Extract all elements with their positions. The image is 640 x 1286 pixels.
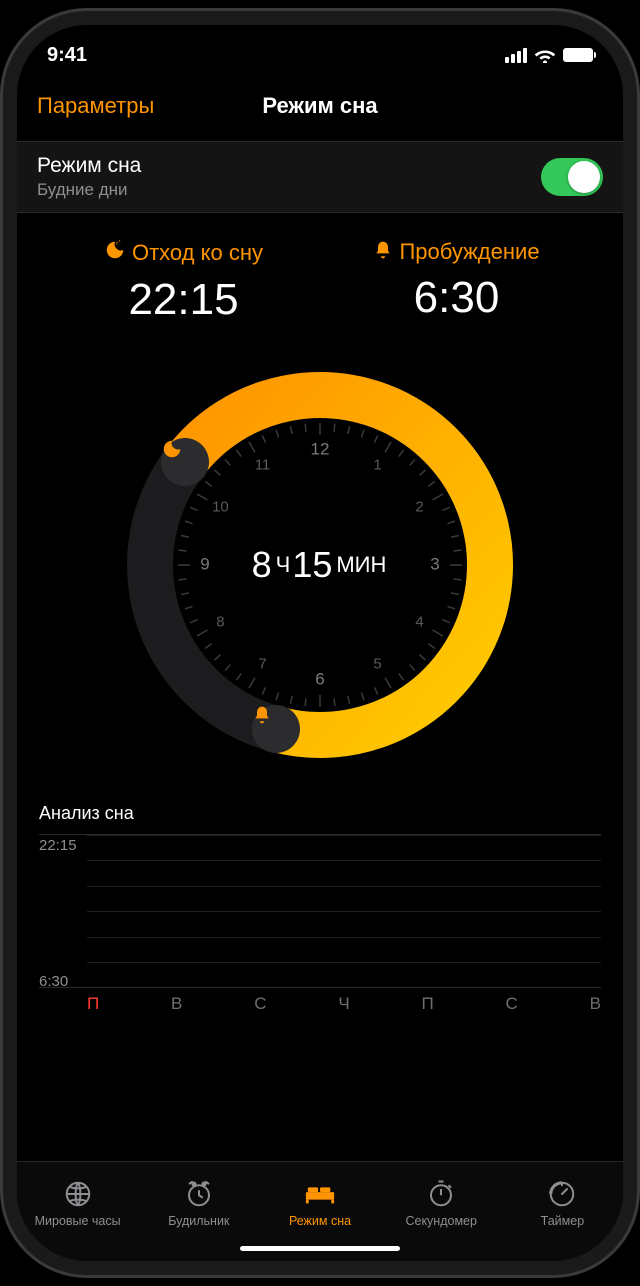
sleep-dial[interactable]: 121234567891011 8Ч 15МИН <box>110 355 530 775</box>
duration-label: 8Ч 15МИН <box>110 355 530 775</box>
wifi-icon <box>534 47 556 63</box>
wake-handle[interactable] <box>252 705 300 753</box>
tab-timer[interactable]: Таймер <box>502 1162 623 1243</box>
tab-alarm[interactable]: Будильник <box>138 1162 259 1243</box>
bedtime-label: zz Отход ко сну <box>47 239 320 267</box>
status-time: 9:41 <box>47 44 87 67</box>
tab-world[interactable]: Мировые часы <box>17 1162 138 1243</box>
sleep-mode-subtitle: Будние дни <box>37 180 141 200</box>
analysis-end-time: 6:30 <box>39 973 68 990</box>
stopwatch-icon <box>425 1178 457 1210</box>
sleep-mode-row: Режим сна Будние дни <box>17 141 623 213</box>
battery-icon <box>563 48 593 62</box>
timer-icon <box>546 1178 578 1210</box>
bedtime-handle[interactable] <box>161 438 209 486</box>
nav-bar: Параметры Режим сна <box>17 77 623 135</box>
analysis-title: Анализ сна <box>39 803 601 824</box>
analysis-start-time: 22:15 <box>39 837 77 854</box>
bell-icon <box>373 240 393 265</box>
cellular-icon <box>505 48 527 63</box>
page-title: Режим сна <box>262 93 377 119</box>
sleep-mode-toggle[interactable] <box>541 158 603 196</box>
bedtime-value: 22:15 <box>47 275 320 325</box>
moon-icon: zz <box>104 239 126 267</box>
analysis-days: ПВСЧПСВ <box>87 994 601 1014</box>
sleep-analysis: Анализ сна 22:15 6:30 ПВСЧПСВ <box>17 785 623 1014</box>
wake-label: Пробуждение <box>320 239 593 265</box>
back-button[interactable]: Параметры <box>37 93 154 119</box>
wake-value: 6:30 <box>320 273 593 323</box>
bedtime-icon <box>304 1178 336 1210</box>
sleep-mode-title: Режим сна <box>37 154 141 178</box>
tab-bedtime[interactable]: Режим сна <box>259 1162 380 1243</box>
home-indicator[interactable] <box>240 1246 400 1251</box>
world-icon <box>62 1178 94 1210</box>
svg-text:z: z <box>119 239 121 243</box>
tab-stopwatch[interactable]: Секундомер <box>381 1162 502 1243</box>
alarm-icon <box>183 1178 215 1210</box>
